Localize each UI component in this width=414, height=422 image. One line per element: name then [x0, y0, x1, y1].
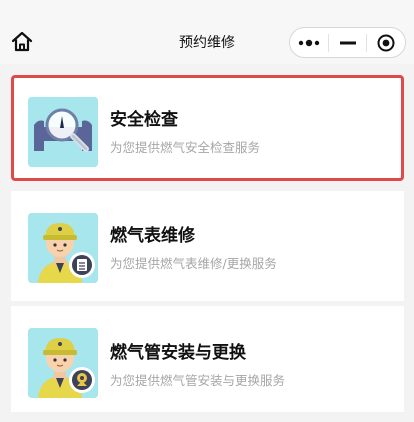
- service-subtitle: 为您提供燃气管安装与更换服务: [110, 373, 286, 388]
- minimize-button[interactable]: [329, 28, 367, 57]
- service-subtitle: 为您提供燃气表维修/更换服务: [110, 256, 277, 271]
- more-dots-icon: [298, 39, 320, 46]
- service-title: 燃气管安装与更换: [110, 343, 246, 363]
- service-title: 燃气表维修: [110, 226, 195, 246]
- magnifier-pipe-icon: [28, 97, 98, 167]
- service-card-safety-check[interactable]: 安全检查 为您提供燃气安全检查服务: [11, 75, 404, 181]
- worker-meter-icon: [28, 213, 98, 283]
- service-subtitle: 为您提供燃气安全检查服务: [110, 140, 261, 155]
- service-title: 安全检查: [110, 110, 178, 130]
- mini-program-capsule: [289, 27, 406, 58]
- page-bottom: [0, 412, 414, 422]
- target-close-icon: [377, 34, 395, 51]
- minimize-icon: [339, 41, 356, 44]
- service-card-pipe-install[interactable]: 燃气管安装与更换 为您提供燃气管安装与更换服务: [11, 306, 404, 416]
- close-button[interactable]: [367, 28, 405, 57]
- navigation-bar: 预约维修: [0, 0, 414, 64]
- worker-pipe-icon: [28, 328, 98, 398]
- service-card-meter-repair[interactable]: 燃气表维修 为您提供燃气表维修/更换服务: [11, 191, 404, 301]
- more-button[interactable]: [290, 28, 328, 57]
